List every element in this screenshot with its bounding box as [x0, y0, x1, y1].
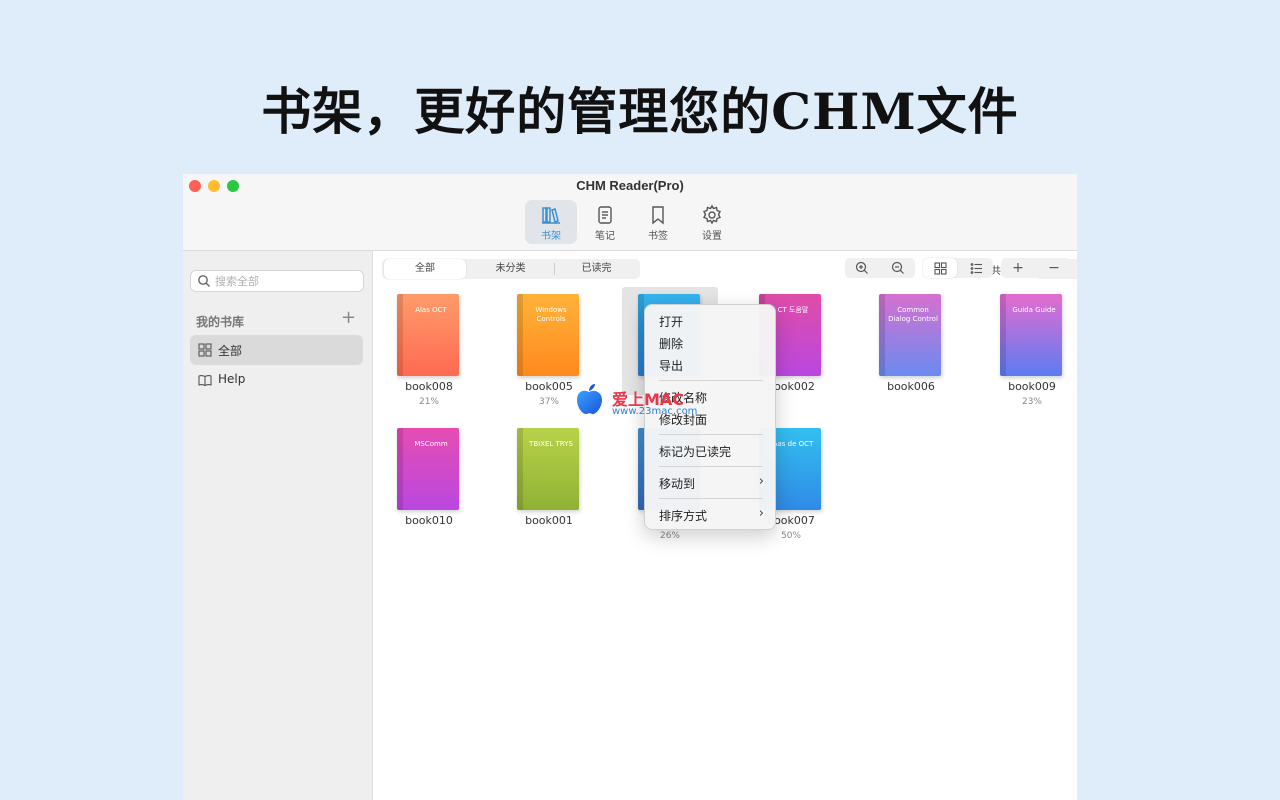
toolbar-tab-bookmarks[interactable]: 书签 [632, 200, 684, 244]
sidebar-item-help[interactable]: Help [190, 365, 363, 395]
book-progress: 50% [780, 531, 801, 541]
menu-item-label: 移动到 [659, 477, 696, 491]
apple-icon [577, 384, 602, 415]
book-open-icon [198, 375, 212, 387]
menu-item-export[interactable]: 导出 [650, 355, 770, 375]
book-cover: Common Dialog Control [879, 294, 941, 376]
book-item[interactable]: Guida Guide book009 23% [982, 294, 1082, 424]
book-item[interactable]: Common Dialog Control book006 [861, 294, 961, 424]
toolbar-tab-bookshelf[interactable]: 书架 [525, 200, 577, 244]
view-mode-group [923, 258, 993, 278]
toolbar-tab-label: 设置 [702, 231, 722, 242]
grid-view-icon [933, 261, 947, 275]
book-cover-title: Guida Guide [1012, 306, 1056, 314]
book-cover: TBIXEL TRYS [517, 428, 579, 510]
menu-item-delete[interactable]: 删除 [650, 333, 770, 353]
book-cover: Windows Controls [517, 294, 579, 376]
book-cover: Alas OCT [397, 294, 459, 376]
search-input[interactable] [215, 273, 359, 289]
book-cover-title: TBIXEL TRYS [529, 440, 573, 448]
toolbar-tab-label: 笔记 [595, 231, 615, 242]
toolbar-tab-label: 书架 [541, 231, 561, 242]
book-spine [1000, 294, 1006, 376]
toolbar-tab-label: 书签 [648, 231, 668, 242]
book-spine [397, 428, 403, 510]
sidebar-item-label: 全部 [218, 344, 243, 358]
banner-title: 书架，更好的管理您的CHM文件 [261, 82, 1019, 141]
book-name: book001 [525, 514, 573, 527]
window-title: CHM Reader(Pro) [576, 178, 684, 193]
watermark: 爱上MAC www.23mac.com [574, 382, 714, 418]
book-progress: 23% [1021, 397, 1042, 407]
tab-finished[interactable]: 已读完 [555, 259, 638, 279]
grid-icon [198, 343, 212, 357]
notes-icon [598, 206, 612, 224]
book-name: book010 [405, 514, 453, 527]
gear-icon [703, 204, 721, 225]
book-cover-title: Windows Controls [535, 306, 567, 323]
menu-item-label: 标记为已读完 [659, 445, 732, 459]
book-name: book009 [1008, 380, 1056, 393]
add-book-button[interactable]: + [1001, 258, 1035, 278]
menu-item-mark-finished[interactable]: 标记为已读完 [650, 441, 770, 461]
tab-all[interactable]: 全部 [384, 259, 466, 279]
list-view-button[interactable] [959, 258, 993, 278]
zoom-out-icon [891, 261, 904, 274]
book-cover: MSComm [397, 428, 459, 510]
book-cover-title: Common Dialog Control [888, 306, 938, 323]
book-spine [879, 294, 885, 376]
watermark-url: www.23mac.com [612, 406, 698, 417]
filter-segmented-control: 全部 未分类 已读完 [382, 259, 640, 279]
search-icon [198, 275, 210, 287]
toolbar-tab-settings[interactable]: 设置 [686, 200, 738, 244]
book-cover-title: Alas OCT [415, 306, 447, 314]
menu-item-label: 导出 [659, 359, 684, 373]
sidebar: 我的书库 + 全部 Help [183, 251, 373, 800]
menu-item-label: 排序方式 [659, 509, 708, 523]
menu-item-sort-by[interactable]: 排序方式 › [650, 505, 770, 525]
menu-separator [659, 434, 763, 435]
tab-uncategorized[interactable]: 未分类 [468, 259, 553, 279]
menu-separator [659, 380, 763, 381]
grid-view-button[interactable] [923, 258, 957, 278]
zoom-controls-group [845, 258, 915, 278]
title-bar: CHM Reader(Pro) 书架 笔记 书签 设置 [183, 174, 1077, 251]
book-spine [517, 294, 523, 376]
menu-separator [659, 498, 763, 499]
book-item[interactable]: Alas OCT book008 21% [379, 294, 479, 424]
sidebar-item-label: Help [218, 372, 246, 386]
menu-item-label: 打开 [659, 315, 684, 329]
menu-separator [659, 466, 763, 467]
chevron-right-icon: › [758, 474, 764, 489]
book-name: book006 [887, 380, 935, 393]
book-cover-title: MSComm [414, 440, 448, 448]
sidebar-item-all[interactable]: 全部 [190, 335, 363, 365]
remove-book-button[interactable]: − [1037, 258, 1071, 278]
bookshelf-icon [542, 207, 560, 224]
list-view-icon [970, 262, 982, 274]
zoom-in-button[interactable] [845, 258, 879, 278]
add-remove-group: + − [1001, 258, 1071, 278]
menu-item-move-to[interactable]: 移动到 › [650, 473, 770, 493]
book-progress: 26% [659, 531, 680, 541]
book-progress: 21% [418, 397, 439, 407]
zoom-out-button[interactable] [881, 258, 915, 278]
chevron-right-icon: › [758, 506, 764, 521]
book-item[interactable]: TBIXEL TRYS book001 [499, 428, 599, 558]
menu-item-open[interactable]: 打开 [650, 311, 770, 331]
library-header: 我的书库 [196, 315, 245, 329]
book-spine [397, 294, 403, 376]
book-cover: Guida Guide [1000, 294, 1062, 376]
book-name: book008 [405, 380, 453, 393]
bookmark-icon [652, 206, 664, 225]
book-item[interactable]: MSComm book010 [379, 428, 479, 558]
toolbar-tab-notes[interactable]: 笔记 [579, 200, 631, 244]
zoom-in-icon [855, 261, 868, 274]
book-spine [517, 428, 523, 510]
search-field[interactable] [190, 270, 364, 292]
add-library-button[interactable]: + [341, 309, 356, 327]
menu-item-label: 删除 [659, 337, 684, 351]
